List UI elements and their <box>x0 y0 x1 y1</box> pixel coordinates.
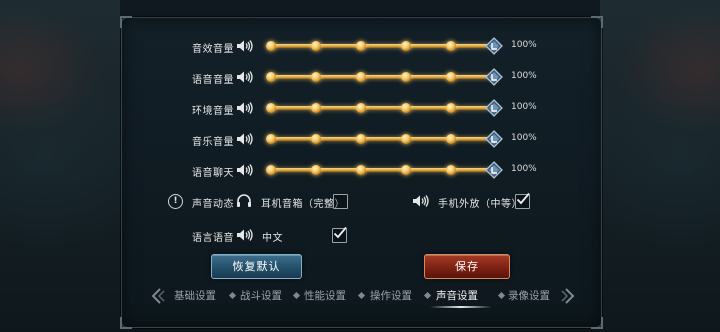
tab-basic-settings[interactable]: 基础设置 <box>174 286 216 306</box>
tab-separator <box>292 291 301 300</box>
tab-replay-settings[interactable]: 录像设置 <box>508 286 550 306</box>
slider-thumb[interactable] <box>485 130 503 148</box>
volume-slider-track[interactable] <box>266 134 494 144</box>
slider-step-dot <box>266 165 276 175</box>
slider-value: 100% <box>511 40 537 50</box>
background-right-scene <box>600 0 720 332</box>
info-icon[interactable]: ! <box>168 194 183 209</box>
slider-thumb[interactable] <box>485 68 503 86</box>
check-icon <box>333 226 347 239</box>
slider-step-dot <box>311 134 321 144</box>
slider-step-dot <box>446 72 456 82</box>
speaker-icon <box>237 102 253 114</box>
headphone-icon <box>237 194 251 207</box>
speaker-icon <box>237 40 253 52</box>
language-voice-label: 语言语音 <box>192 233 234 244</box>
tab-left-arrow-icon[interactable] <box>150 287 166 305</box>
slider-step-dot <box>311 165 321 175</box>
tab-control-settings[interactable]: 操作设置 <box>370 286 412 306</box>
slider-step-dot <box>401 134 411 144</box>
phone-speaker-checkbox[interactable] <box>515 192 530 209</box>
panel-corner <box>591 16 603 28</box>
slider-step-dot <box>266 103 276 113</box>
speaker-icon <box>413 195 429 207</box>
slider-step-dot <box>311 72 321 82</box>
slider-label: 语音聊天 <box>192 168 234 179</box>
slider-label: 环境音量 <box>192 106 234 117</box>
slider-label: 音乐音量 <box>192 137 234 148</box>
slider-step-dot <box>266 134 276 144</box>
tab-separator <box>357 291 366 300</box>
volume-slider-track[interactable] <box>266 72 494 82</box>
slider-step-dot <box>446 134 456 144</box>
slider-step-dot <box>401 103 411 113</box>
slider-value: 100% <box>511 71 537 81</box>
sound-dynamic-label: 声音动态 <box>192 199 234 210</box>
active-tab-indicator <box>430 306 492 308</box>
slider-step-dot <box>401 72 411 82</box>
settings-tabs: 基础设置 战斗设置 性能设置 操作设置 声音设置 录像设置 <box>150 286 580 308</box>
slider-step-dot <box>356 72 366 82</box>
slider-step-dot <box>401 41 411 51</box>
slider-step-dot <box>446 41 456 51</box>
tab-performance-settings[interactable]: 性能设置 <box>304 286 346 306</box>
slider-label: 音效音量 <box>192 44 234 55</box>
panel-corner <box>591 317 603 329</box>
tab-sound-settings[interactable]: 声音设置 <box>436 286 478 306</box>
volume-slider-track[interactable] <box>266 103 494 113</box>
tab-separator <box>497 291 506 300</box>
background-left-scene <box>0 0 120 332</box>
restore-defaults-button[interactable]: 恢复默认 <box>211 254 302 279</box>
tab-right-arrow-icon[interactable] <box>560 287 576 305</box>
speaker-icon <box>237 229 253 241</box>
slider-value: 100% <box>511 102 537 112</box>
tab-separator <box>228 291 237 300</box>
speaker-icon <box>237 133 253 145</box>
save-button[interactable]: 保存 <box>424 254 510 279</box>
slider-thumb[interactable] <box>485 37 503 55</box>
phone-speaker-option-label: 手机外放（中等） <box>438 199 522 210</box>
slider-step-dot <box>356 165 366 175</box>
headphone-checkbox[interactable] <box>333 194 348 209</box>
speaker-icon <box>237 164 253 176</box>
slider-thumb[interactable] <box>485 99 503 117</box>
slider-value: 100% <box>511 133 537 143</box>
panel-corner <box>120 317 132 329</box>
slider-step-dot <box>401 165 411 175</box>
slider-step-dot <box>311 103 321 113</box>
speaker-icon <box>237 71 253 83</box>
slider-label: 语音音量 <box>192 75 234 86</box>
slider-step-dot <box>356 134 366 144</box>
slider-step-dot <box>356 41 366 51</box>
slider-step-dot <box>266 41 276 51</box>
slider-step-dot <box>356 103 366 113</box>
check-icon <box>516 192 530 205</box>
volume-slider-track[interactable] <box>266 41 494 51</box>
language-checkbox[interactable] <box>332 226 347 243</box>
tab-separator <box>423 291 432 300</box>
language-value: 中文 <box>262 233 283 244</box>
slider-value: 100% <box>511 164 537 174</box>
slider-step-dot <box>446 103 456 113</box>
volume-slider-track[interactable] <box>266 165 494 175</box>
slider-step-dot <box>266 72 276 82</box>
tab-battle-settings[interactable]: 战斗设置 <box>240 286 282 306</box>
slider-step-dot <box>446 165 456 175</box>
slider-step-dot <box>311 41 321 51</box>
panel-corner <box>120 16 132 28</box>
slider-thumb[interactable] <box>485 161 503 179</box>
